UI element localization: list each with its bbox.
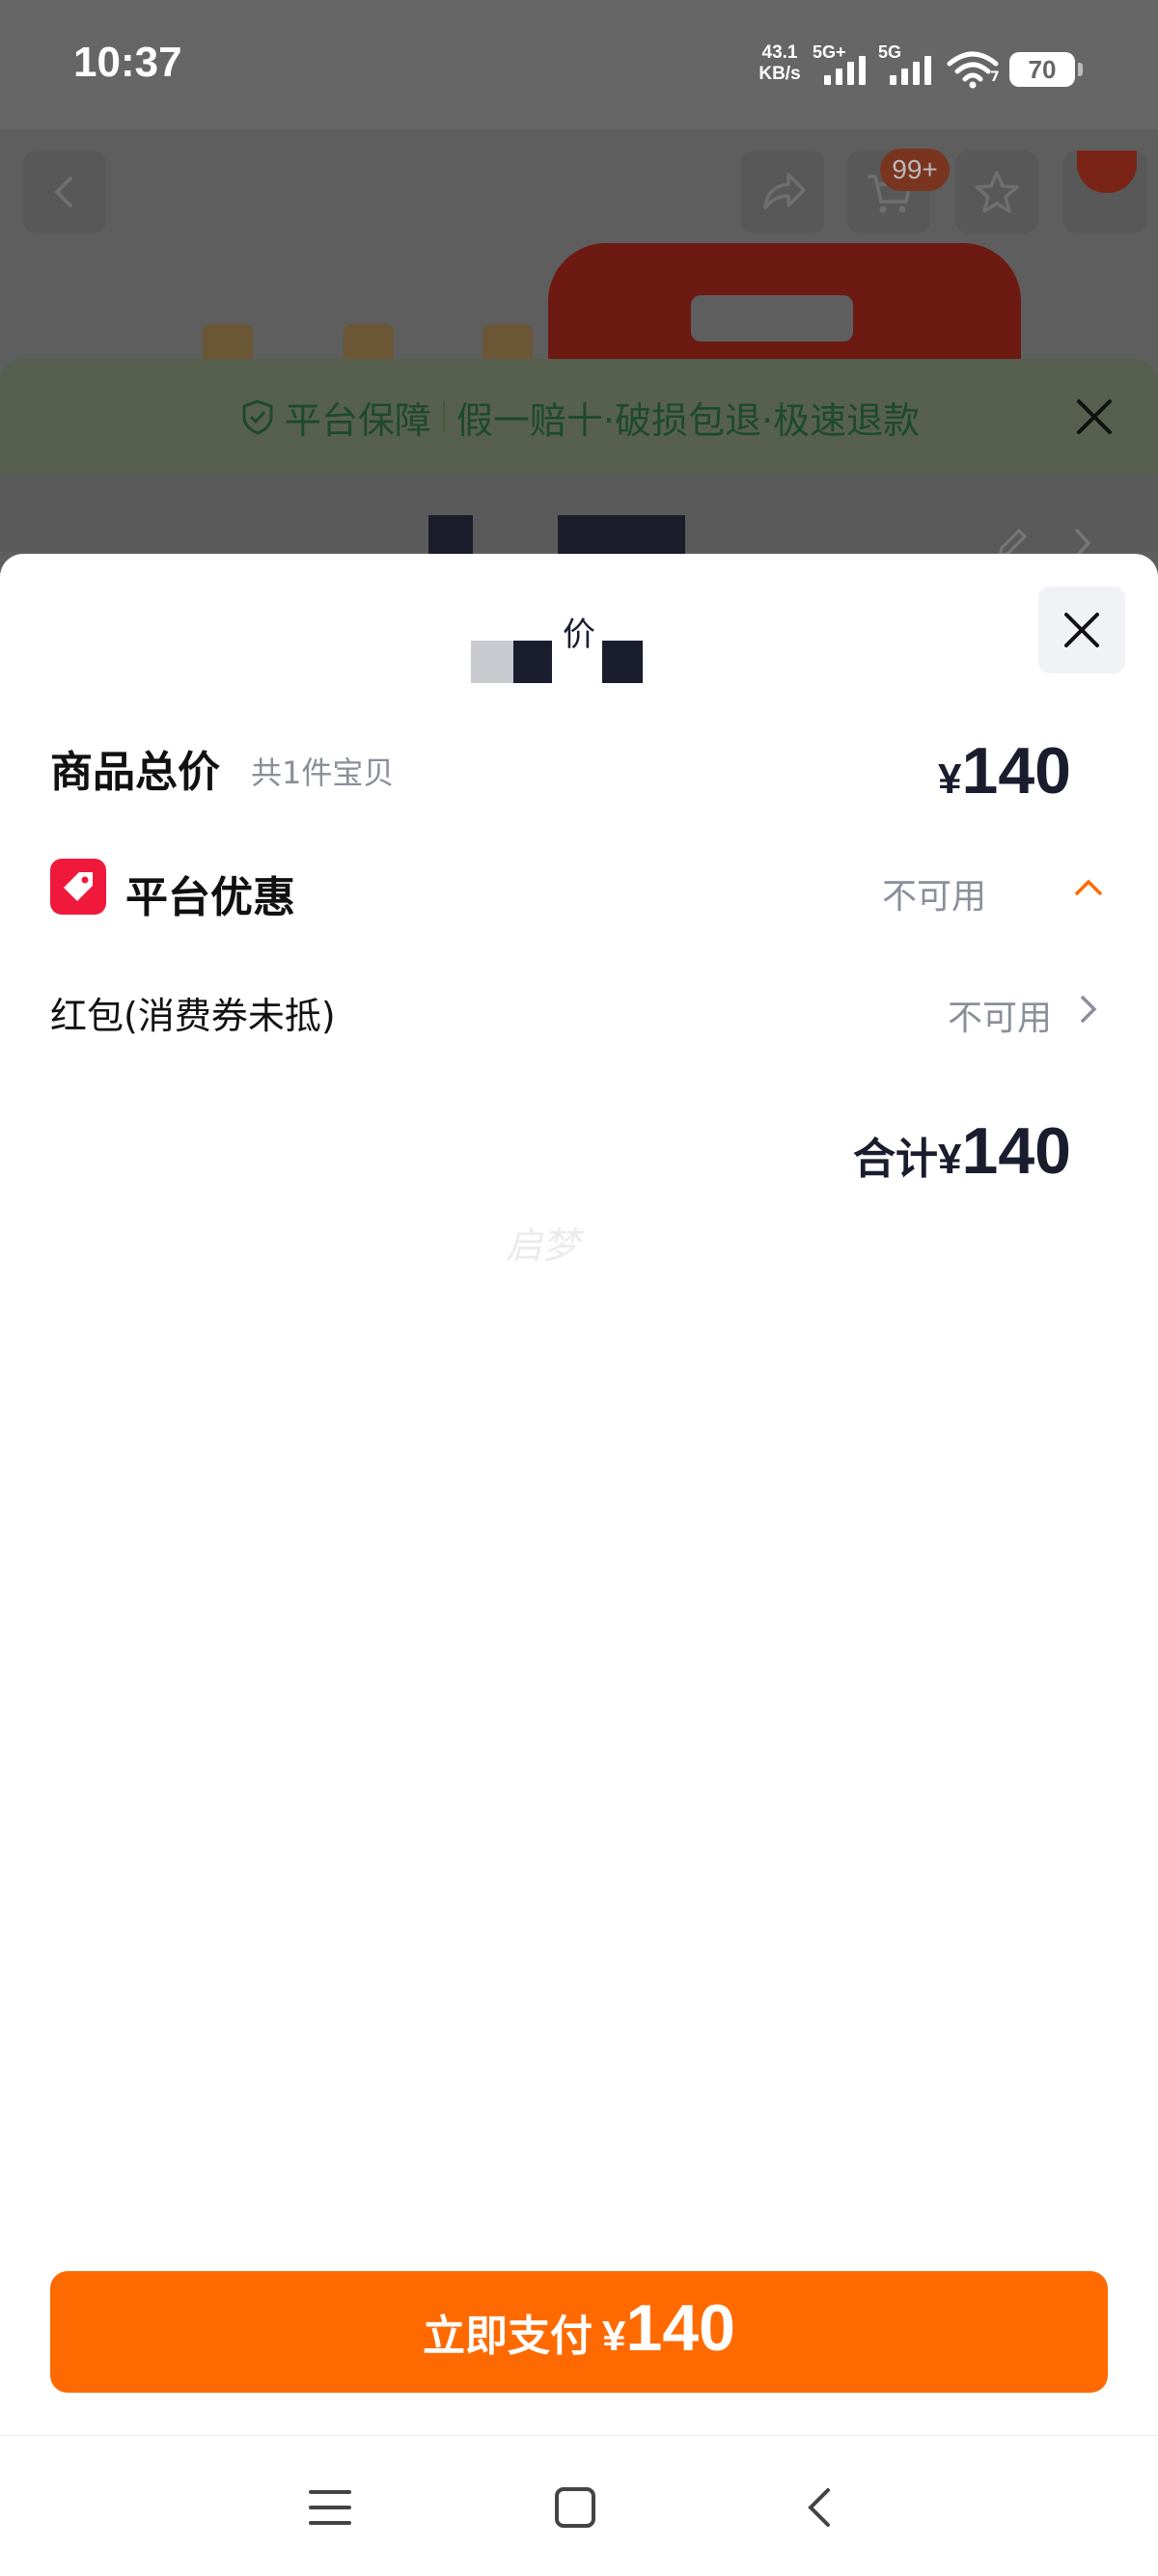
menu-icon [309, 2490, 351, 2525]
cart-badge: 99+ [880, 149, 950, 191]
signal-icon-sim1: 5G+ [813, 42, 866, 87]
chevron-left-icon [808, 2488, 830, 2527]
status-time: 10:37 [73, 39, 182, 86]
sum-total: 合计¥140 [853, 1113, 1071, 1189]
wifi-label: 7 [990, 69, 1000, 85]
goods-count: 共1件宝贝 [251, 754, 395, 791]
nav-back-button[interactable] [791, 2479, 849, 2536]
pay-now-label: 立即支付 [423, 2312, 593, 2361]
net-speed-unit: KB/s [758, 64, 801, 84]
product-image-bottle [344, 324, 394, 363]
redacted-block [471, 641, 515, 683]
red-packet-row[interactable]: 红包(消费券未抵) 不可用 [50, 980, 1108, 1038]
goods-total-row: 商品总价 共1件宝贝 ¥140 [50, 733, 1108, 808]
pay-now-button[interactable]: 立即支付 ¥ 140 [50, 2271, 1108, 2393]
close-icon[interactable] [1073, 396, 1116, 438]
message-button[interactable] [1063, 151, 1146, 233]
back-button[interactable] [23, 151, 106, 233]
star-icon [975, 171, 1019, 213]
product-image-giftbox [548, 243, 1021, 378]
product-image-bottle [482, 324, 533, 363]
sheet-title: 价 [471, 596, 687, 683]
guarantee-banner: 平台保障 假一赔十·破损包退·极速退款 [0, 359, 1158, 475]
share-button[interactable] [741, 151, 824, 233]
currency-symbol: ¥ [938, 1136, 962, 1183]
battery-icon: 70 [1009, 52, 1083, 87]
goods-total-price: ¥140 [938, 733, 1071, 808]
guarantee-brand: 平台保障 [284, 398, 431, 442]
platform-discount-status: 不可用 [881, 877, 986, 917]
favorite-button[interactable] [955, 151, 1038, 233]
goods-total-value: 140 [961, 734, 1071, 808]
nav-menu-button[interactable] [301, 2479, 359, 2536]
signal-icon-sim2: 5G [878, 42, 931, 87]
tag-icon [50, 859, 106, 915]
sum-value: 140 [961, 1114, 1071, 1188]
close-icon [1064, 613, 1099, 647]
net-speed-value: 43.1 [761, 42, 798, 63]
watermark: 启梦 [506, 1224, 580, 1267]
currency-symbol: ¥ [602, 2313, 626, 2360]
status-bar: 10:37 43.1 KB/s 5G+ 5G 7 70 [0, 0, 1158, 129]
product-image-bottle [203, 324, 253, 363]
sum-row: 合计¥140 [50, 1113, 1108, 1191]
message-icon [1077, 151, 1137, 193]
system-nav-bar [0, 2435, 1158, 2576]
chevron-up-icon[interactable] [1071, 872, 1106, 901]
share-icon [763, 173, 806, 209]
platform-discount-row[interactable]: 平台优惠 不可用 [50, 857, 1108, 922]
close-sheet-button[interactable] [1038, 587, 1125, 673]
red-packet-label: 红包(消费券未抵) [50, 995, 336, 1037]
sum-label: 合计 [853, 1135, 939, 1184]
net-speed: 43.1 KB/s [753, 42, 807, 85]
chevron-left-icon [54, 177, 72, 207]
address-strip[interactable] [0, 475, 1158, 562]
payment-sheet: 价 商品总价 共1件宝贝 ¥140 平台优惠 不可用 红包(消费券未抵) 不可用… [0, 554, 1158, 2435]
nav-home-button[interactable] [546, 2479, 604, 2536]
guarantee-text: 假一赔十·破损包退·极速退款 [455, 398, 921, 442]
red-packet-status: 不可用 [947, 999, 1052, 1038]
wifi-icon: 7 [946, 50, 1000, 89]
chevron-right-icon [1081, 996, 1097, 1023]
currency-symbol: ¥ [938, 755, 962, 803]
redacted-block [602, 641, 643, 683]
goods-total-label: 商品总价 [50, 748, 220, 797]
platform-discount-label: 平台优惠 [125, 873, 295, 922]
redacted-block [513, 641, 552, 683]
pay-now-amount: 140 [625, 2291, 735, 2365]
divider [442, 401, 445, 432]
square-icon [555, 2487, 595, 2528]
shield-check-icon [242, 399, 273, 435]
